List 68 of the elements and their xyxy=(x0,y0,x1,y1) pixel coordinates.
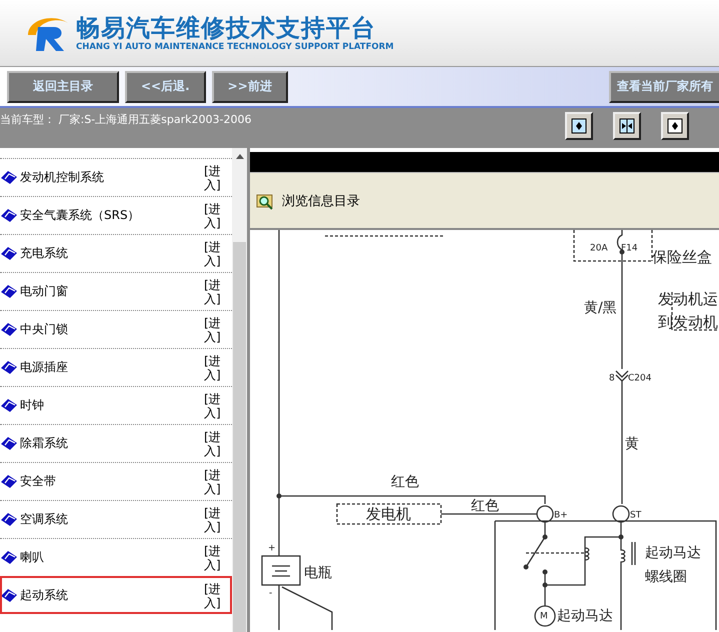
motor-symbol xyxy=(534,605,556,627)
folder-search-icon xyxy=(256,192,274,210)
diagram-label: 黄/黑 xyxy=(584,300,617,316)
diagram-label: 红色 xyxy=(391,474,419,490)
system-name: 空调系统 xyxy=(20,511,69,528)
split-arrows-icon xyxy=(619,118,635,134)
diagram-label: 电瓶 xyxy=(304,564,332,581)
vehicle-info: 当前车型： 厂家:S-上海通用五菱spark2003-2006 xyxy=(0,112,252,127)
diagram-label: F14 xyxy=(621,243,638,254)
diagram-label: 黄 xyxy=(625,436,639,452)
switch-symbol xyxy=(525,522,546,568)
panel-title: 浏览信息目录 xyxy=(282,192,360,210)
diagram-label: 发电机 xyxy=(366,505,411,524)
enter-link[interactable]: [进入] xyxy=(204,392,224,420)
enter-link[interactable]: [进入] xyxy=(204,202,224,230)
system-name: 中央门锁 xyxy=(20,321,69,338)
enter-link[interactable]: [进入] xyxy=(204,506,224,534)
enter-link[interactable]: [进入] xyxy=(204,164,224,192)
diagram-label: 螺线圈 xyxy=(645,568,687,585)
battery-symbol xyxy=(261,555,301,586)
enter-link[interactable]: [进入] xyxy=(204,240,224,268)
diagram-label: + xyxy=(268,543,276,554)
system-name: 安全气囊系统（SRS） xyxy=(20,207,141,224)
diagram-label: M xyxy=(540,611,548,622)
system-name: 发动机控制系统 xyxy=(20,169,105,186)
enter-link[interactable]: [进入] xyxy=(204,582,224,610)
diagram-label: 到发动机 xyxy=(658,313,718,332)
diagram-label: ST xyxy=(630,510,642,520)
system-name: 电源插座 xyxy=(20,359,69,376)
diagram-label: - xyxy=(269,588,272,598)
motor-wire xyxy=(544,572,546,606)
system-name: 充电系统 xyxy=(20,245,69,262)
split-right-button[interactable] xyxy=(661,112,689,140)
diagram-label: 红色 xyxy=(471,498,499,514)
split-both-button[interactable] xyxy=(613,112,641,140)
system-name: 喇叭 xyxy=(20,549,45,566)
enter-link[interactable]: [进入] xyxy=(204,468,224,496)
connector-symbol xyxy=(615,370,629,382)
terminal-symbol xyxy=(612,505,630,523)
system-item[interactable]: 起动系统 [进入] xyxy=(0,576,232,614)
diagram-label: 保险丝盒 xyxy=(652,248,712,266)
diagram-label: 发动机运 xyxy=(658,290,718,308)
fuse-symbol xyxy=(616,230,623,251)
core-symbol xyxy=(631,541,636,566)
diagram-label: 起动马达 xyxy=(645,544,701,561)
split-left-button[interactable] xyxy=(565,112,593,140)
up-arrow-icon xyxy=(236,154,244,158)
diagram-label: B+ xyxy=(554,510,568,520)
ground-wire xyxy=(282,586,333,630)
diagram-label: 20A xyxy=(590,243,608,254)
enter-link[interactable]: [进入] xyxy=(204,354,224,382)
enter-link[interactable]: [进入] xyxy=(204,278,224,306)
system-name: 安全带 xyxy=(20,473,57,490)
system-name: 除霜系统 xyxy=(20,435,69,452)
diagram-label: 起动马达 xyxy=(557,608,613,624)
enter-link[interactable]: [进入] xyxy=(204,430,224,458)
terminal-symbol xyxy=(536,505,554,523)
enter-link[interactable]: [进入] xyxy=(204,316,224,344)
site-title: 畅易汽车维修技术支持平台 xyxy=(76,14,377,42)
system-name: 起动系统 xyxy=(20,587,69,604)
system-name: 时钟 xyxy=(20,397,45,414)
site-subtitle: CHANG YI AUTO MAINTENANCE TECHNOLOGY SUPPORT PLATFORM xyxy=(76,42,394,52)
enter-link[interactable]: [进入] xyxy=(204,544,224,572)
system-name: 电动门窗 xyxy=(20,283,69,300)
diagram-label: C204 xyxy=(628,373,652,384)
diagram-label: 8 xyxy=(609,373,615,384)
scrollbar[interactable] xyxy=(232,148,247,632)
dashed-link xyxy=(526,552,585,554)
